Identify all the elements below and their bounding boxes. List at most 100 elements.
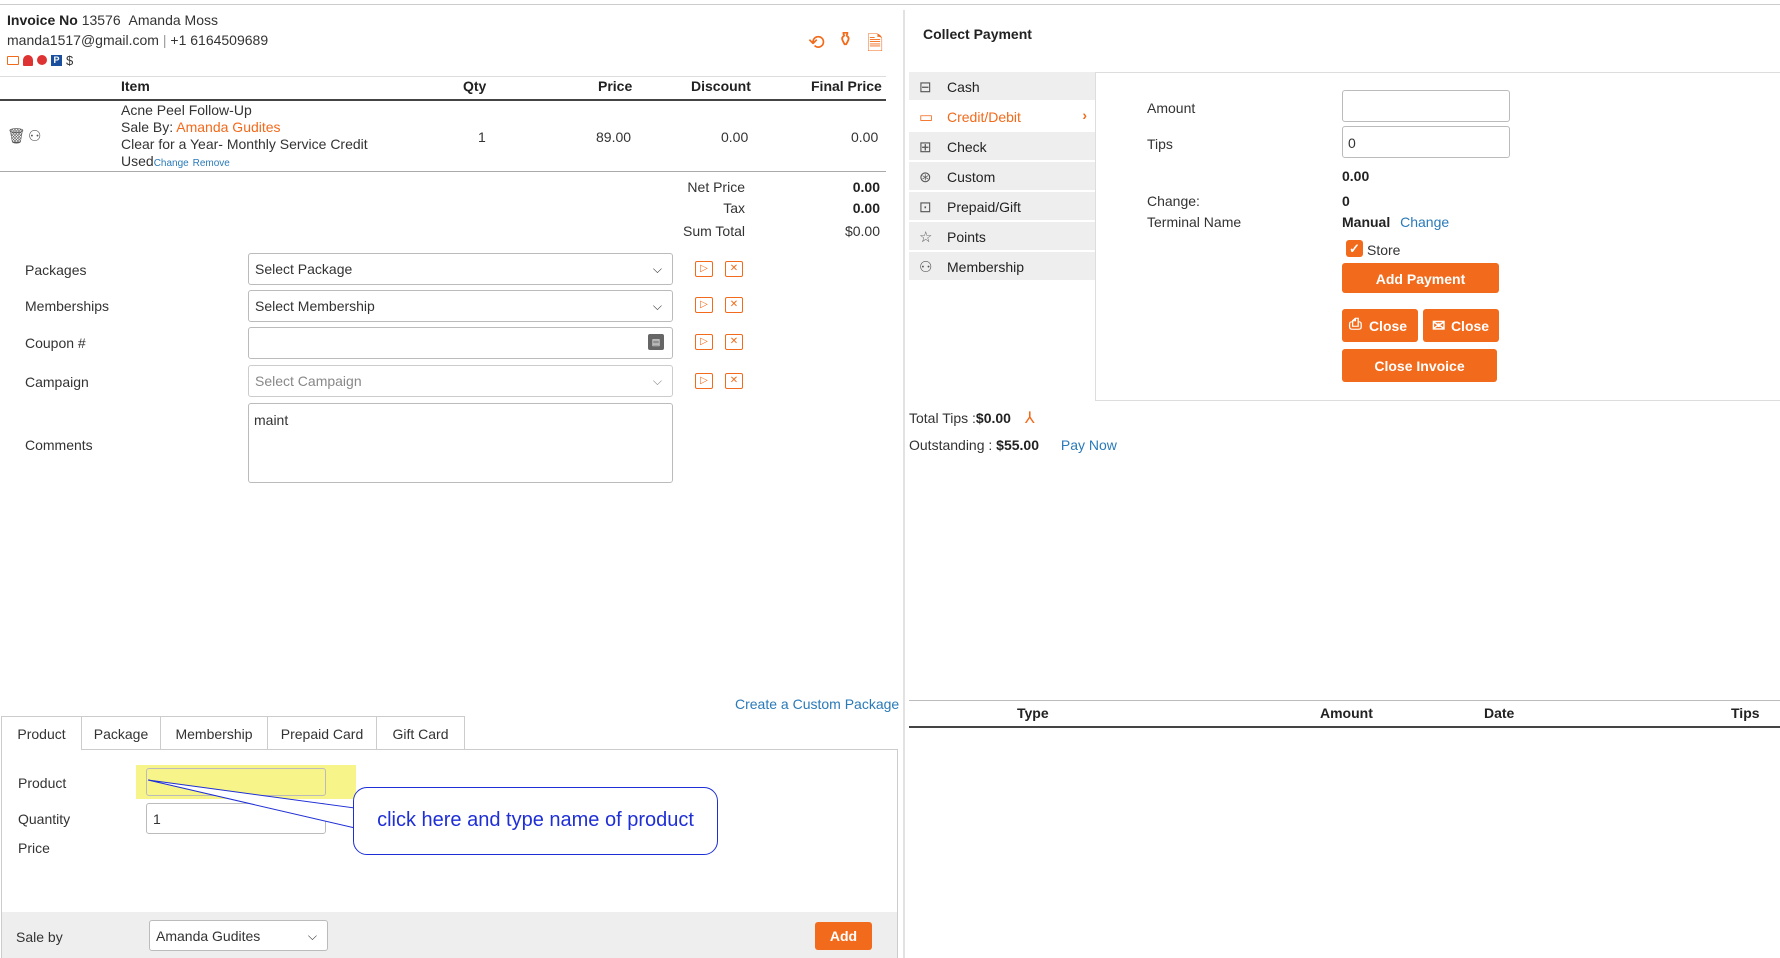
chevron-down-icon: ⌵ — [652, 299, 662, 313]
payment-method-custom[interactable]: ⊛ Custom — [909, 162, 1095, 191]
tab-product[interactable]: Product — [1, 716, 81, 750]
payment-method-membership[interactable]: ⚇ Membership — [909, 252, 1095, 281]
card-icon[interactable] — [7, 55, 19, 65]
total-tips-label: Total Tips : — [909, 410, 976, 426]
sale-by-select[interactable]: Amanda Gudites ⌵ — [149, 920, 328, 951]
customer-phone[interactable]: +1 6164509689 — [170, 32, 268, 48]
row-price: 89.00 — [596, 129, 632, 145]
print-close-button[interactable]: ⎙ Close — [1342, 309, 1418, 342]
email-close-button[interactable]: ✉ Close — [1423, 309, 1499, 342]
tab-membership[interactable]: Membership — [160, 716, 268, 750]
outstanding-label: Outstanding : — [909, 437, 993, 453]
packages-select-value: Select Package — [255, 261, 353, 277]
clear-membership-button[interactable]: ✕ — [725, 297, 743, 313]
amount-label: Amount — [1147, 100, 1196, 116]
contact-separator: | — [162, 32, 167, 48]
tab-package[interactable]: Package — [81, 716, 161, 750]
payment-method-points[interactable]: ☆ Points — [909, 222, 1095, 251]
clear-campaign-button[interactable]: ✕ — [725, 373, 743, 389]
chevron-down-icon: ⌵ — [307, 929, 317, 943]
collect-payment-title: Collect Payment — [923, 26, 1032, 42]
row-final: 0.00 — [851, 129, 879, 145]
coupon-card-icon[interactable]: ▤ — [648, 334, 664, 350]
credit-card-icon: ▭ — [919, 109, 934, 126]
comments-label: Comments — [25, 437, 93, 453]
col-qty: Qty — [463, 78, 487, 94]
terminal-label: Terminal Name — [1147, 214, 1242, 230]
callout-box: click here and type name of product — [353, 787, 718, 855]
sale-by-bar — [2, 912, 897, 958]
payment-method-label: Prepaid/Gift — [947, 199, 1021, 215]
payment-method-label: Custom — [947, 169, 996, 185]
row-bottom-line — [0, 171, 886, 172]
apply-campaign-button[interactable]: ▷ — [695, 373, 713, 389]
invoice-number: 13576 — [81, 12, 121, 28]
col-discount: Discount — [691, 78, 751, 94]
quantity-label: Quantity — [18, 811, 71, 827]
parking-icon[interactable]: P — [51, 54, 62, 66]
campaign-select[interactable]: Select Campaign ⌵ — [248, 365, 673, 397]
record-icon[interactable] — [37, 55, 47, 65]
gift-card-icon: ⊡ — [919, 199, 932, 216]
staff-icon[interactable]: ⚇ — [28, 127, 41, 145]
sale-by-staff[interactable]: Amanda Gudites — [176, 119, 280, 135]
payment-method-check[interactable]: ⊞ Check — [909, 132, 1095, 161]
split-tips-icon[interactable]: ⅄ — [1025, 410, 1035, 427]
payment-method-label: Cash — [947, 79, 980, 95]
change-link[interactable]: Change — [154, 158, 189, 169]
chevron-down-icon: ⌵ — [652, 374, 662, 388]
cash-icon: ⊟ — [919, 79, 932, 96]
store-checkbox[interactable]: ✓ — [1346, 240, 1363, 257]
person-icon[interactable] — [23, 54, 33, 66]
col-type: Type — [1017, 705, 1049, 721]
payment-method-cash[interactable]: ⊟ Cash — [909, 72, 1095, 101]
customer-email[interactable]: manda1517@gmail.com — [7, 32, 159, 48]
table-row: 🗑 ⚇ Acne Peel Follow-Up Sale By: Amanda … — [0, 101, 886, 171]
apply-package-button[interactable]: ▷ — [695, 261, 713, 277]
print-close-label: Close — [1368, 318, 1408, 334]
packages-select[interactable]: Select Package ⌵ — [248, 253, 673, 285]
history-icon[interactable]: ⟲ — [808, 30, 825, 55]
apply-coupon-button[interactable]: ▷ — [695, 334, 713, 350]
terminal-change-link[interactable]: Change — [1400, 214, 1449, 230]
payment-method-credit-debit[interactable]: ▭ Credit/Debit › — [909, 102, 1095, 131]
tips-input[interactable]: 0 — [1342, 126, 1510, 158]
comments-textarea[interactable]: maint — [248, 403, 673, 483]
tab-gift-card[interactable]: Gift Card — [376, 716, 465, 750]
add-button[interactable]: Add — [815, 922, 872, 950]
apply-membership-button[interactable]: ▷ — [695, 297, 713, 313]
clear-coupon-button[interactable]: ✕ — [725, 334, 743, 350]
star-icon: ☆ — [919, 229, 933, 246]
amount-input[interactable] — [1342, 90, 1510, 122]
pay-now-link[interactable]: Pay Now — [1061, 437, 1117, 453]
table-top-line — [0, 76, 886, 77]
memberships-select-value: Select Membership — [255, 298, 375, 314]
memberships-select[interactable]: Select Membership ⌵ — [248, 290, 673, 322]
product-label: Product — [18, 775, 67, 791]
tips-computed: 0.00 — [1342, 168, 1370, 184]
close-invoice-button[interactable]: Close Invoice — [1342, 349, 1497, 382]
items-table-header: Item Qty Price Discount Final Price — [121, 78, 886, 100]
receipt-icon[interactable]: 🗎 — [867, 29, 883, 63]
contact-line: manda1517@gmail.com | +1 6164509689 — [7, 32, 268, 48]
tips-label: Tips — [1147, 136, 1173, 152]
tab-prepaid-card[interactable]: Prepaid Card — [267, 716, 377, 750]
payment-method-prepaid-gift[interactable]: ⊡ Prepaid/Gift — [909, 192, 1095, 221]
member-icon: ⚇ — [919, 259, 933, 276]
customer-name[interactable]: Amanda Moss — [129, 12, 218, 28]
row-discount: 0.00 — [721, 129, 749, 145]
printer-icon: ⎙ — [1349, 316, 1362, 333]
clear-package-button[interactable]: ✕ — [725, 261, 743, 277]
add-product-icon[interactable]: ⚱ — [837, 27, 854, 52]
add-payment-button[interactable]: Add Payment — [1342, 263, 1499, 293]
coupon-label: Coupon # — [25, 335, 86, 351]
remove-link[interactable]: Remove — [193, 158, 230, 169]
payments-table-top — [909, 700, 1780, 701]
create-custom-package-link[interactable]: Create a Custom Package — [735, 696, 899, 712]
trash-icon[interactable]: 🗑 — [7, 127, 26, 145]
coupon-input[interactable] — [248, 327, 673, 359]
check-icon: ⊞ — [919, 139, 932, 156]
col-price: Price — [598, 78, 633, 94]
dollar-icon[interactable]: $ — [66, 53, 73, 68]
total-tips-value: $0.00 — [975, 410, 1011, 426]
